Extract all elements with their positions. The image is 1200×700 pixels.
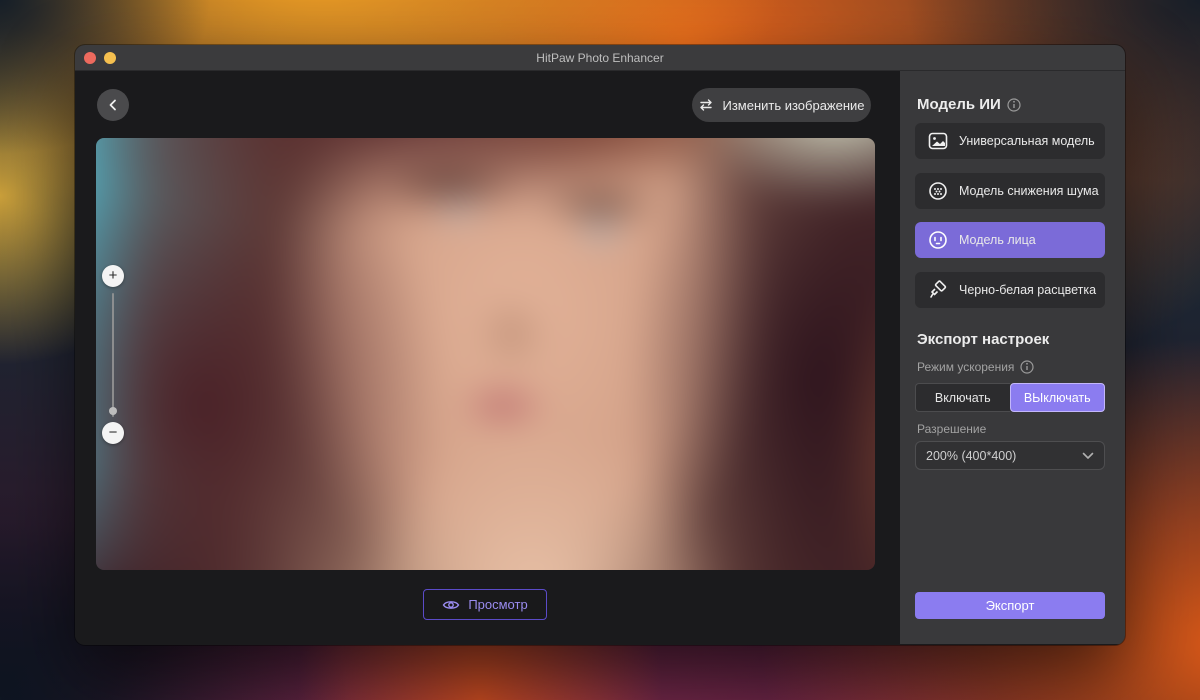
face-icon (928, 230, 948, 250)
zoom-in-button[interactable]: + (102, 265, 124, 287)
swap-arrows-icon (698, 98, 714, 112)
back-button[interactable] (97, 89, 129, 121)
acceleration-label-text: Режим ускорения (917, 360, 1014, 374)
model-label: Модель снижения шума (959, 184, 1099, 198)
paint-icon (928, 280, 948, 300)
model-label: Модель лица (959, 233, 1036, 247)
info-icon[interactable] (1007, 98, 1021, 112)
export-settings-header: Экспорт настроек (917, 331, 1049, 348)
model-button-bw-colorize[interactable]: Черно-белая расцветка (915, 272, 1105, 308)
image-icon (928, 132, 948, 150)
sidebar: Модель ИИ Универсальная модель Модель сн… (900, 71, 1125, 644)
acceleration-on-option[interactable]: Включать (915, 383, 1010, 412)
info-icon[interactable] (1020, 360, 1034, 374)
chevron-down-icon (1082, 452, 1094, 460)
preview-button[interactable]: Просмотр (423, 589, 547, 620)
photo-canvas (96, 138, 875, 570)
acceleration-mode-label: Режим ускорения (917, 360, 1034, 374)
zoom-slider-thumb[interactable] (109, 407, 117, 415)
export-button[interactable]: Экспорт (915, 592, 1105, 619)
zoom-slider-track[interactable] (112, 293, 114, 417)
change-image-button[interactable]: Изменить изображение (692, 88, 871, 122)
traffic-lights (84, 52, 116, 64)
title-bar: HitPaw Photo Enhancer (75, 45, 1125, 71)
model-button-universal[interactable]: Универсальная модель (915, 123, 1105, 159)
window-content: Изменить изображение + − Просмотр (75, 71, 1125, 644)
model-section-header: Модель ИИ (917, 96, 1021, 113)
resolution-dropdown[interactable]: 200% (400*400) (915, 441, 1105, 470)
model-label: Черно-белая расцветка (959, 283, 1096, 297)
zoom-out-button[interactable]: − (102, 422, 124, 444)
chevron-left-icon (107, 99, 119, 111)
window-title: HitPaw Photo Enhancer (536, 51, 663, 65)
noise-icon (928, 181, 948, 201)
export-header-label: Экспорт настроек (917, 331, 1049, 348)
resolution-label-text: Разрешение (917, 422, 986, 436)
close-window-button[interactable] (84, 52, 96, 64)
change-image-label: Изменить изображение (722, 98, 864, 113)
eye-icon (442, 598, 460, 612)
acceleration-off-option[interactable]: ВЫключать (1010, 383, 1106, 412)
resolution-value: 200% (400*400) (926, 449, 1016, 463)
main-area: Изменить изображение + − Просмотр (75, 71, 900, 644)
model-label: Универсальная модель (959, 134, 1095, 148)
app-window: HitPaw Photo Enhancer Изменить изображен… (75, 45, 1125, 645)
preview-label: Просмотр (468, 597, 527, 612)
blurred-portrait-image (96, 138, 875, 570)
resolution-label: Разрешение (917, 422, 986, 436)
minimize-window-button[interactable] (104, 52, 116, 64)
model-button-face[interactable]: Модель лица (915, 222, 1105, 258)
model-button-denoise[interactable]: Модель снижения шума (915, 173, 1105, 209)
acceleration-toggle: Включать ВЫключать (915, 383, 1105, 412)
model-header-label: Модель ИИ (917, 96, 1001, 113)
